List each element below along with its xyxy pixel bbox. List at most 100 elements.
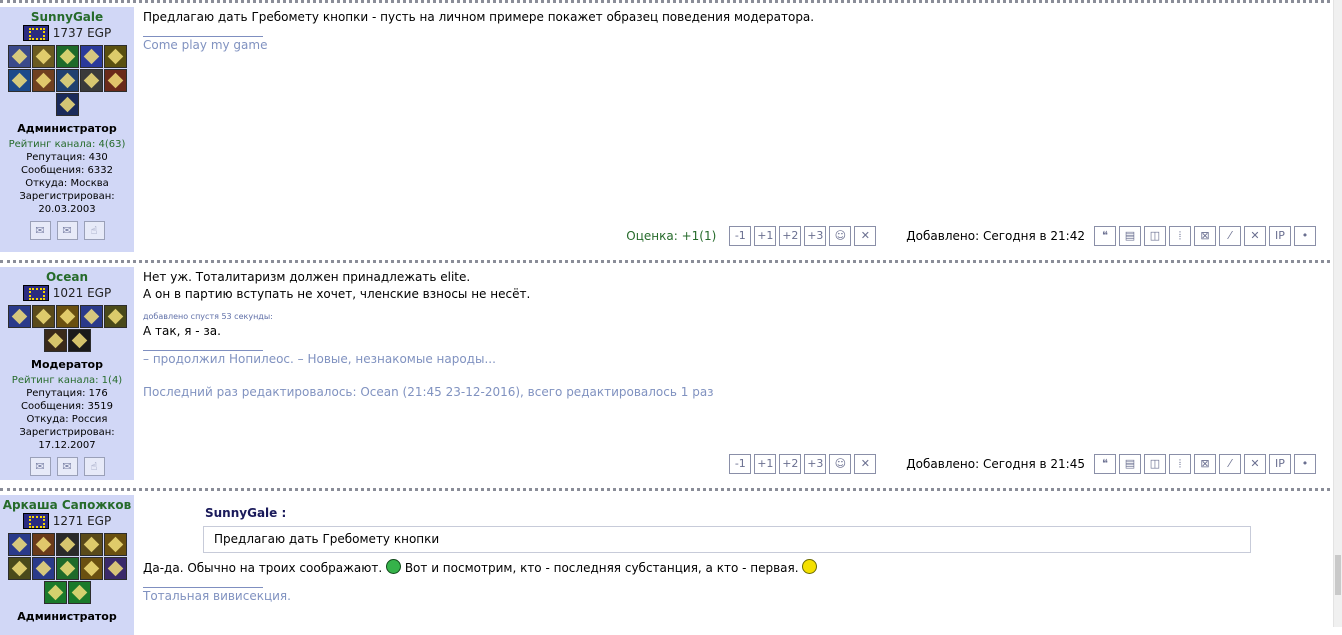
thumb-icon[interactable]: ☝: [83, 221, 105, 240]
message-count: Сообщения: 6332: [20, 165, 113, 176]
score-label: Оценка:: [626, 228, 678, 243]
badge-icon: [55, 557, 79, 580]
badge-icon: [7, 305, 31, 328]
pm-icon[interactable]: ✉: [56, 457, 78, 476]
badge-icon: [55, 533, 79, 556]
badge-icon: [43, 581, 67, 604]
post-separator: [0, 488, 1330, 495]
edit-icon[interactable]: ▤: [1119, 454, 1141, 474]
username[interactable]: Аркаша Сапожков: [0, 497, 134, 513]
vote-plus1-button[interactable]: +1: [754, 454, 777, 474]
badge-icon: [79, 69, 103, 92]
signature[interactable]: Come play my game: [143, 37, 1321, 54]
username[interactable]: SunnyGale: [0, 9, 134, 25]
badge-icon: [103, 45, 127, 68]
pm-icon[interactable]: ✉: [56, 221, 78, 240]
badge-icon: [7, 557, 31, 580]
user-panel: Ocean 1021 EGP Модератор Рейтинг канала:…: [0, 267, 134, 480]
reputation: Репутация: 176: [26, 388, 108, 399]
delete-icon[interactable]: ✕: [1244, 226, 1266, 246]
quote-icon[interactable]: ❝: [1094, 226, 1116, 246]
badges: [4, 305, 130, 352]
badge-icon: [79, 533, 103, 556]
post-text-line: А так, я - за.: [143, 324, 221, 338]
vote-plus2-button[interactable]: +2: [779, 454, 802, 474]
post-text-line: А он в партию вступать не хочет, членски…: [143, 287, 531, 301]
post-body: SunnyGale : Предлагаю дать Гребомету кно…: [134, 495, 1330, 635]
post-body: Предлагаю дать Гребомету кнопки - пусть …: [134, 7, 1330, 252]
delete-icon[interactable]: ✕: [1244, 454, 1266, 474]
registered-label: Зарегистрирован:: [19, 191, 115, 202]
hide-icon[interactable]: ⊠: [1194, 226, 1216, 246]
reputation: Репутация: 430: [26, 152, 108, 163]
vote-minus1-button[interactable]: -1: [729, 226, 752, 246]
egp-icon: [22, 25, 49, 41]
badge-icon: [31, 69, 55, 92]
badge-icon: [31, 557, 55, 580]
translit-icon[interactable]: ⁄: [1219, 454, 1241, 474]
vote-plus3-button[interactable]: +3: [804, 226, 827, 246]
box-icon[interactable]: ◫: [1144, 226, 1166, 246]
quote-block: Предлагаю дать Гребомету кнопки: [203, 526, 1251, 553]
vote-plus1-button[interactable]: +1: [754, 226, 777, 246]
signature: – продолжил Нопилеос. – Новые, незнакомы…: [143, 352, 496, 366]
egp-icon: [22, 285, 49, 301]
post-text-part: Да-да. Обычно на троих соображают.: [143, 561, 383, 575]
badge-icon: [31, 305, 55, 328]
post-text-line: Нет уж. Тоталитаризм должен принадлежать…: [143, 270, 471, 284]
egp-balance: 1271 EGP: [0, 513, 134, 529]
badge-icon: [103, 533, 127, 556]
message-count: Сообщения: 3519: [20, 401, 113, 412]
anchor-button[interactable]: •: [1294, 226, 1316, 246]
scrollbar-thumb[interactable]: [1335, 555, 1341, 595]
badge-icon: [103, 69, 127, 92]
post: Аркаша Сапожков 1271 EGP Администратор S…: [0, 495, 1330, 635]
profile-icon[interactable]: ✉: [29, 221, 51, 240]
vote-cancel-button[interactable]: ✕: [854, 454, 877, 474]
badge-icon: [103, 557, 127, 580]
edit-icon[interactable]: ▤: [1119, 226, 1141, 246]
bars-icon[interactable]: ⦙: [1169, 454, 1191, 474]
registered-label: Зарегистрирован:: [19, 427, 115, 438]
badge-icon: [55, 45, 79, 68]
user-location: Откуда: Россия: [26, 414, 108, 425]
ip-button[interactable]: IP: [1269, 454, 1291, 474]
badge-icon: [7, 45, 31, 68]
badge-icon: [7, 69, 31, 92]
ip-button[interactable]: IP: [1269, 226, 1291, 246]
badge-icon: [55, 305, 79, 328]
badge-icon: [67, 329, 91, 352]
profile-icon[interactable]: ✉: [29, 457, 51, 476]
egp-balance: 1021 EGP: [0, 285, 134, 301]
egp-value: 1737 EGP: [52, 26, 112, 40]
username[interactable]: Ocean: [0, 269, 134, 285]
badge-icon: [79, 45, 103, 68]
post: Ocean 1021 EGP Модератор Рейтинг канала:…: [0, 267, 1330, 480]
translit-icon[interactable]: ⁄: [1219, 226, 1241, 246]
user-role: Администратор: [17, 122, 117, 135]
badge-icon: [103, 305, 127, 328]
badge-icon: [55, 69, 79, 92]
bars-icon[interactable]: ⦙: [1169, 226, 1191, 246]
score-value: +1(1): [681, 228, 717, 243]
vote-minus1-button[interactable]: -1: [729, 454, 752, 474]
user-actions: ✉ ✉ ☝: [0, 457, 134, 479]
user-panel: SunnyGale 1737 EGP Администратор Рейтинг…: [0, 7, 134, 252]
smile-vote-button[interactable]: ☺: [829, 226, 852, 246]
added-later-note: добавлено спустя 53 секунды:: [143, 312, 273, 321]
vote-plus3-button[interactable]: +3: [804, 454, 827, 474]
vote-cancel-button[interactable]: ✕: [854, 226, 877, 246]
hide-icon[interactable]: ⊠: [1194, 454, 1216, 474]
quote-icon[interactable]: ❝: [1094, 454, 1116, 474]
scrollbar[interactable]: [1333, 0, 1342, 627]
signature: Тотальная вивисекция.: [143, 589, 291, 603]
smile-vote-button[interactable]: ☺: [829, 454, 852, 474]
post-text: Да-да. Обычно на троих соображают. Вот и…: [143, 559, 1321, 577]
post-separator: [0, 260, 1330, 267]
anchor-button[interactable]: •: [1294, 454, 1316, 474]
box-icon[interactable]: ◫: [1144, 454, 1166, 474]
badge-icon: [31, 45, 55, 68]
badge-icon: [43, 329, 67, 352]
thumb-icon[interactable]: ☝: [83, 457, 105, 476]
vote-plus2-button[interactable]: +2: [779, 226, 802, 246]
